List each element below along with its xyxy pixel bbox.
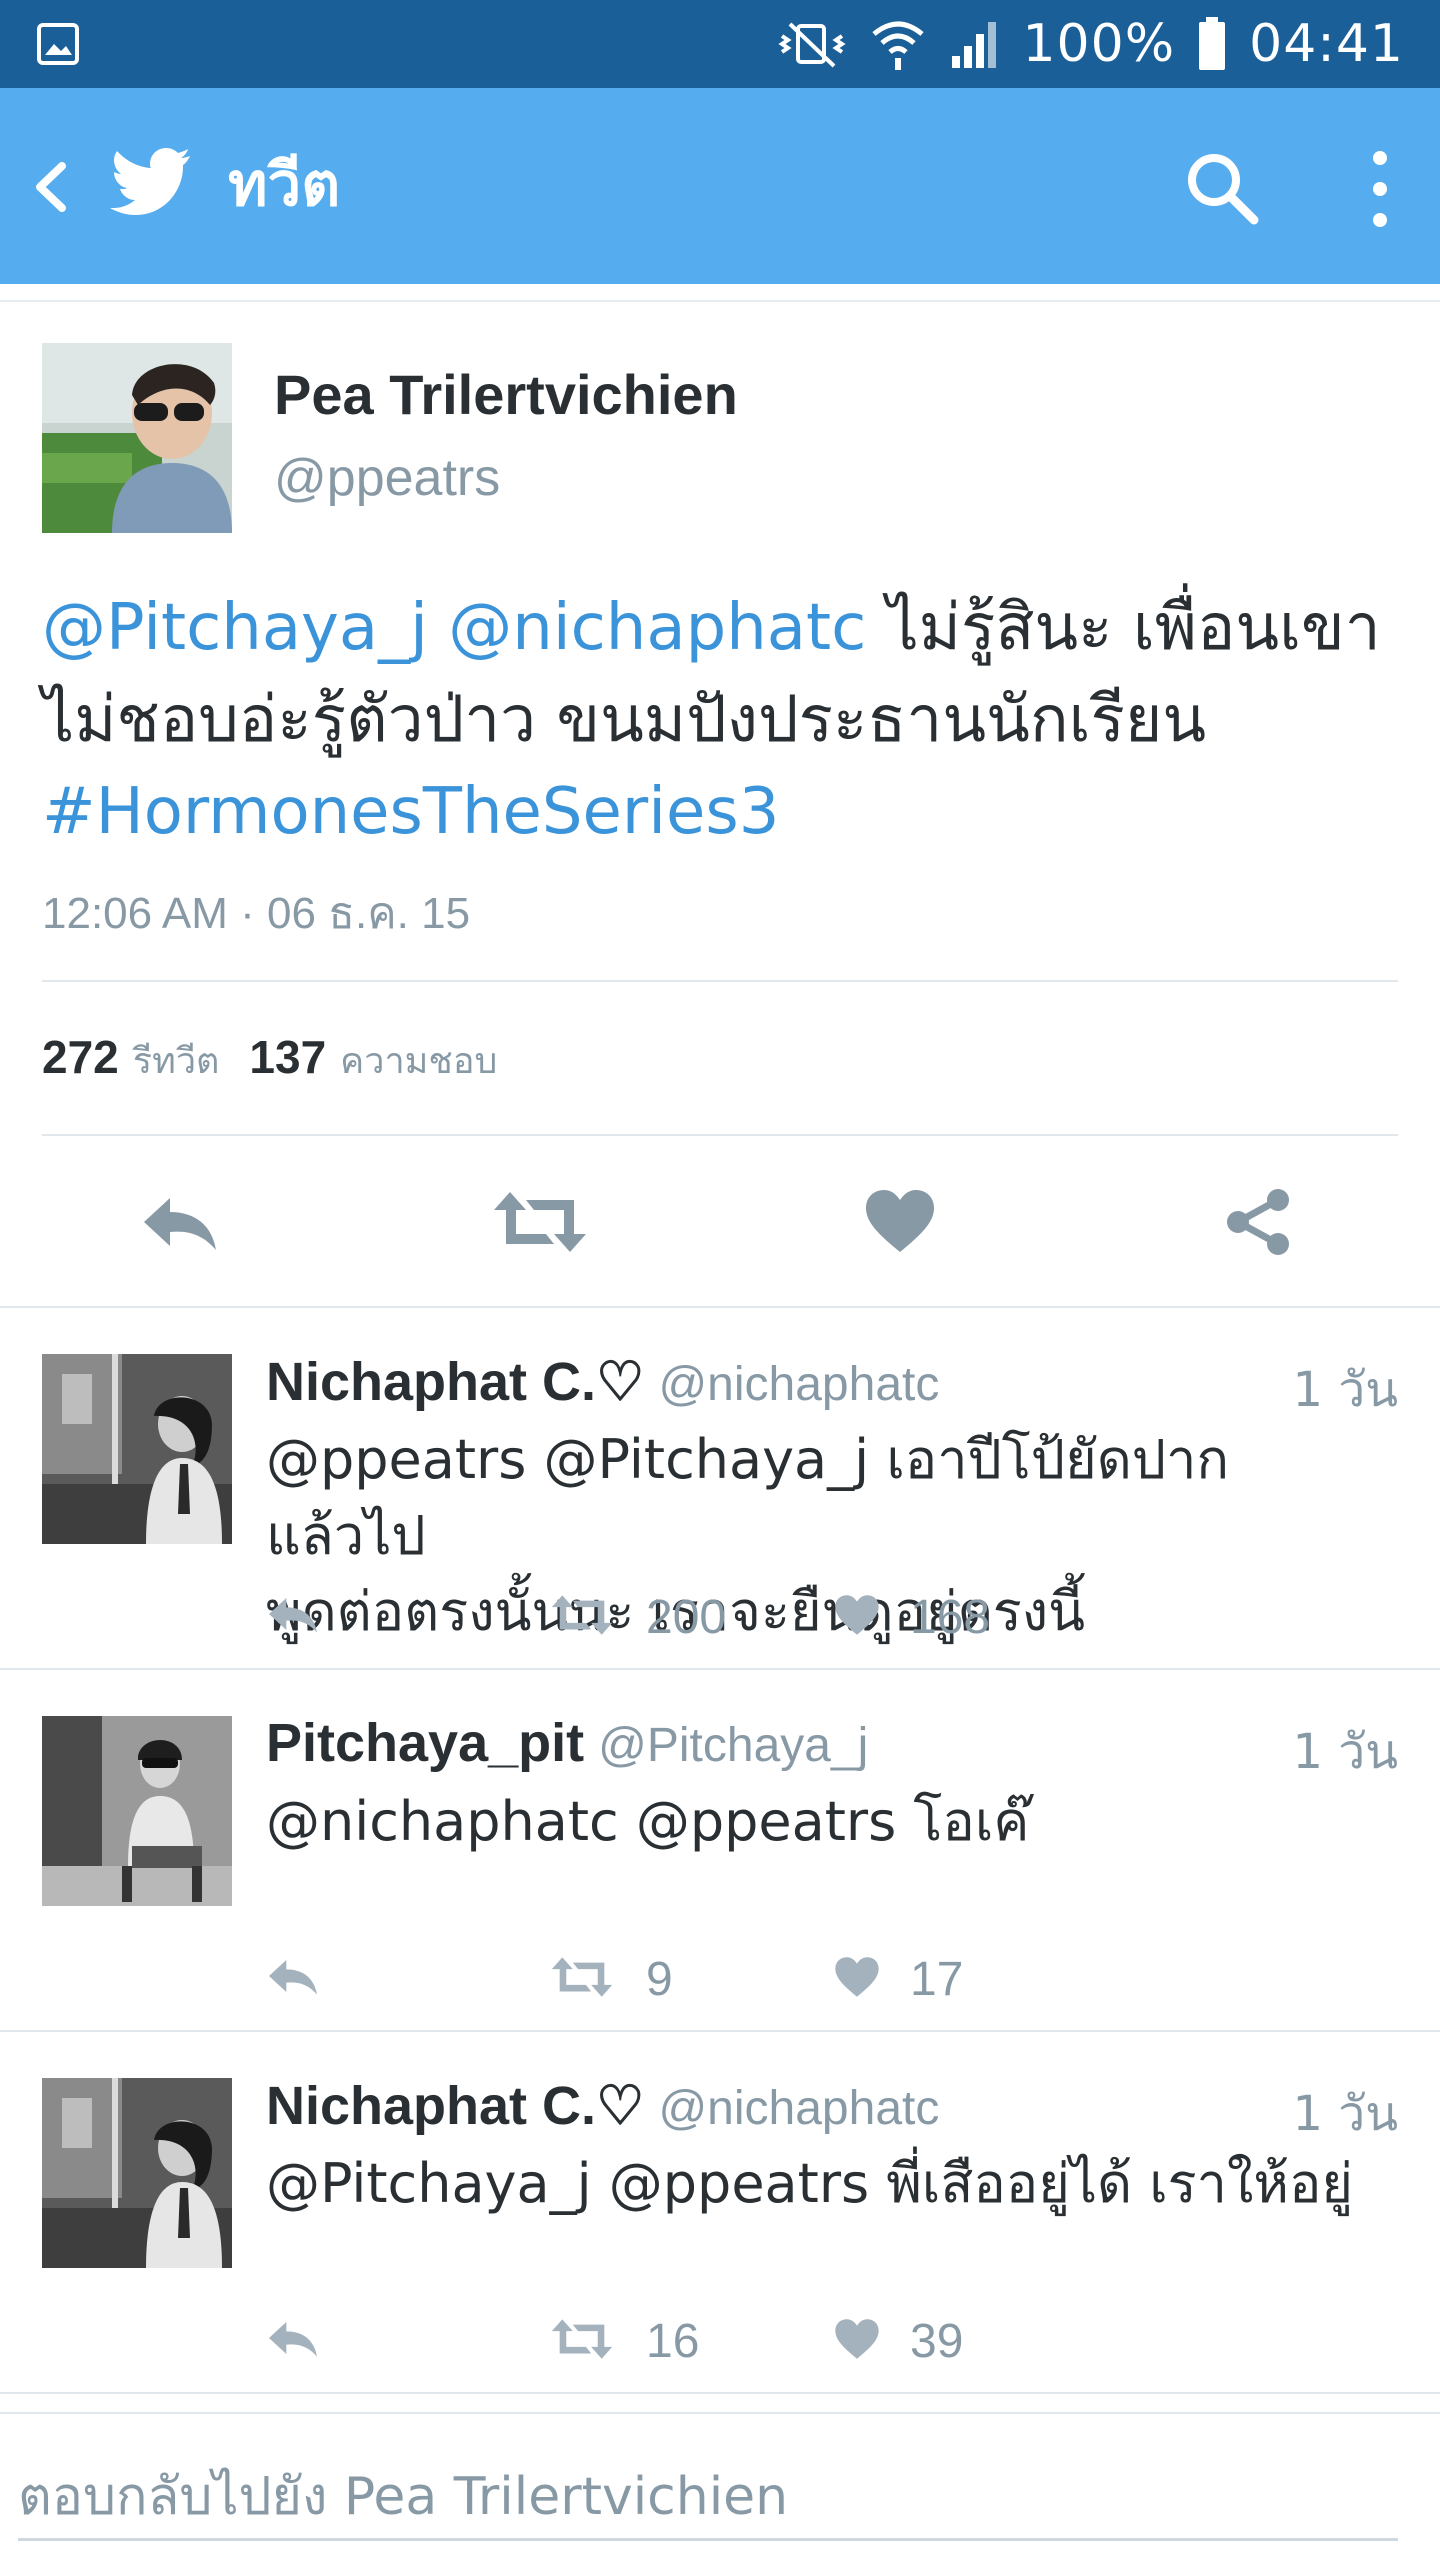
like-stat[interactable]: 137 ความชอบ: [249, 1030, 497, 1089]
back-arrow-icon[interactable]: [22, 152, 82, 222]
tweet-text: @Pitchaya_j @nichaphatc ไม่รู้สินะ เพื่อ…: [42, 582, 1412, 858]
reply-time: 1 วัน: [1292, 1362, 1398, 1418]
retweet-count: 9: [646, 1953, 673, 2006]
reply-actions: 16 39: [266, 2314, 1166, 2370]
reply-avatar[interactable]: [42, 2078, 232, 2268]
reply-author-display-name: Nichaphat C.♡: [266, 2076, 645, 2136]
mention-link[interactable]: @nichaphatc: [448, 591, 866, 665]
reply-time: 1 วัน: [1292, 1724, 1398, 1780]
retweet-icon[interactable]: [550, 1956, 614, 1998]
reply-input[interactable]: ตอบกลับไปยัง Pea Trilertvichien: [18, 2454, 788, 2537]
reply-icon[interactable]: [266, 2318, 320, 2358]
retweet-count: 272: [42, 1031, 119, 1083]
reply-author-name[interactable]: Nichaphat C.♡ @nichaphatc: [266, 2074, 939, 2137]
like-label: ความชอบ: [340, 1041, 498, 1082]
reply-tweet[interactable]: Nichaphat C.♡ @nichaphatc 1 วัน @ppeatrs …: [0, 1308, 1440, 1670]
reply-text-line: @nichaphatc @ppeatrs โอเค๊: [266, 1790, 1030, 1853]
retweet-count: 200: [646, 1591, 727, 1644]
page-title: ทวีต: [228, 150, 341, 220]
divider: [0, 300, 1440, 302]
heart-icon[interactable]: [834, 1956, 880, 1998]
more-options-icon[interactable]: [1360, 144, 1400, 234]
reply-text: @nichaphatc @ppeatrs โอเค๊: [266, 1784, 1396, 1860]
tweet-stats: 272 รีทวีต 137 ความชอบ: [42, 1030, 497, 1089]
like-count: 137: [249, 1031, 327, 1083]
reply-author-name[interactable]: Nichaphat C.♡ @nichaphatc: [266, 1350, 939, 1413]
heart-icon[interactable]: [834, 2318, 880, 2360]
reply-author-handle: @Pitchaya_j: [598, 1719, 869, 1772]
reply-text-line: @Pitchaya_j @ppeatrs พี่เสืออยู่ได้ เราใ…: [266, 2152, 1354, 2215]
share-icon[interactable]: [1222, 1186, 1294, 1258]
divider: [42, 980, 1398, 982]
heart-icon[interactable]: [834, 1594, 880, 1636]
reply-author-display-name: Pitchaya_pit: [266, 1713, 585, 1773]
like-count: 168: [910, 1591, 991, 1644]
heart-icon[interactable]: [864, 1188, 936, 1254]
author-handle[interactable]: @ppeatrs: [274, 448, 500, 508]
reply-avatar[interactable]: [42, 1354, 232, 1544]
tweet-text-line: ไม่รู้สินะ เพื่อนเขา: [886, 591, 1381, 665]
hashtag-link[interactable]: #HormonesTheSeries3: [42, 775, 779, 849]
reply-tweet[interactable]: Pitchaya_pit @Pitchaya_j 1 วัน @nichaphat…: [0, 1670, 1440, 2032]
like-count: 17: [910, 1953, 964, 2006]
reply-author-handle: @nichaphatc: [658, 2082, 940, 2135]
battery-icon: [1199, 17, 1226, 70]
reply-tweet[interactable]: Nichaphat C.♡ @nichaphatc 1 วัน @Pitchaya…: [0, 2032, 1440, 2394]
tweet-timestamp: 12:06 AM · 06 ธ.ค. 15: [42, 889, 471, 938]
retweet-icon[interactable]: [550, 1594, 614, 1636]
wifi-icon: [872, 21, 925, 70]
retweet-icon[interactable]: [492, 1190, 588, 1254]
reply-author-display-name: Nichaphat C.♡: [266, 1352, 645, 1412]
retweet-icon[interactable]: [550, 2318, 614, 2360]
app-bar: ทวีต: [0, 88, 1440, 284]
twitter-bird-icon: [110, 148, 190, 215]
retweet-count: 16: [646, 2315, 700, 2368]
retweet-label: รีทวีต: [132, 1041, 220, 1082]
reply-text-line: @ppeatrs @Pitchaya_j เอาปีโป้ยัดปาก แล้ว…: [266, 1428, 1230, 1567]
tweet-text-line: ไม่ชอบอ่ะรู้ตัวป่าว ขนมปังประธานนักเรียน: [42, 683, 1207, 757]
reply-author-name[interactable]: Pitchaya_pit @Pitchaya_j: [266, 1712, 868, 1774]
signal-icon: [952, 22, 997, 68]
mute-vibrate-icon: [778, 22, 847, 68]
reply-icon[interactable]: [266, 1594, 320, 1634]
reply-text: @Pitchaya_j @ppeatrs พี่เสืออยู่ได้ เราใ…: [266, 2146, 1396, 2222]
clock: 04:41: [1249, 14, 1404, 74]
divider: [0, 2392, 1440, 2394]
reply-actions: 200 168: [266, 1590, 1166, 1646]
reply-icon[interactable]: [140, 1192, 220, 1252]
reply-compose-bar[interactable]: ตอบกลับไปยัง Pea Trilertvichien: [0, 2412, 1440, 2560]
input-underline: [18, 2538, 1398, 2541]
reply-icon[interactable]: [266, 1956, 320, 1996]
author-avatar[interactable]: [42, 343, 232, 533]
divider: [42, 1134, 1398, 1136]
search-icon[interactable]: [1182, 148, 1262, 228]
retweet-stat[interactable]: 272 รีทวีต: [42, 1030, 219, 1089]
status-bar: 100% 04:41: [0, 0, 1440, 88]
reply-time: 1 วัน: [1292, 2086, 1398, 2142]
battery-percent: 100%: [1022, 14, 1176, 74]
reply-author-handle: @nichaphatc: [658, 1358, 940, 1411]
reply-actions: 9 17: [266, 1952, 1166, 2008]
gallery-icon: [37, 23, 79, 65]
author-name[interactable]: Pea Trilertvichien: [274, 362, 738, 427]
reply-avatar[interactable]: [42, 1716, 232, 1906]
like-count: 39: [910, 2315, 964, 2368]
mention-link[interactable]: @Pitchaya_j: [42, 591, 428, 665]
